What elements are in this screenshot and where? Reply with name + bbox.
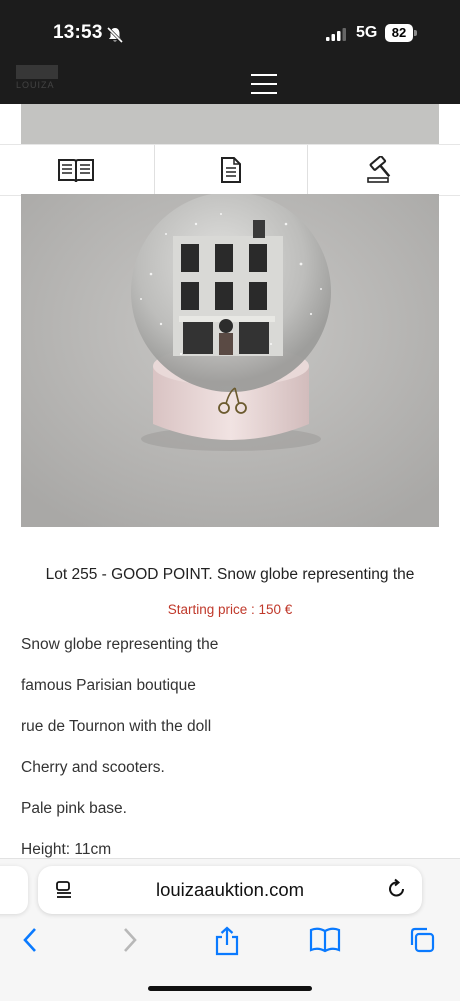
logo-text: LOUIZA — [16, 80, 55, 90]
signal-icon — [326, 28, 348, 46]
starting-price: Starting price : 150 € — [167, 602, 293, 617]
description-line: Pale pink base. — [21, 800, 127, 817]
photo-gallery-top — [21, 104, 439, 144]
document-icon — [221, 157, 241, 183]
status-bar: 13:53 5G 82 — [0, 0, 460, 68]
network-type: 5G — [356, 24, 378, 41]
url-text[interactable]: louizaauktion.com — [38, 879, 422, 901]
description-line: Cherry and scooters. — [21, 759, 165, 776]
snow-globe-image — [21, 194, 439, 527]
site-logo[interactable]: LOUIZA — [16, 65, 60, 95]
description-line: Height: 11cm — [21, 841, 112, 858]
logo-mark — [16, 65, 58, 79]
share-icon[interactable] — [214, 926, 240, 961]
forward-icon[interactable] — [120, 926, 140, 959]
tab-bidding[interactable] — [306, 145, 458, 195]
bookmarks-icon[interactable] — [309, 926, 341, 959]
tabs-icon[interactable] — [408, 926, 436, 959]
gavel-icon — [367, 156, 391, 183]
site-header: LOUIZA — [0, 65, 460, 104]
battery-level: 82 — [385, 24, 413, 42]
description-line: rue de Tournon with the doll — [21, 718, 212, 735]
menu-icon[interactable] — [251, 74, 277, 96]
lot-title: Lot 255 - GOOD POINT. Snow globe represe… — [45, 566, 415, 583]
home-indicator — [148, 986, 312, 991]
previous-tab-preview[interactable] — [0, 866, 28, 914]
tab-catalogue[interactable] — [0, 145, 152, 195]
description-line: famous Parisian boutique — [21, 677, 196, 694]
tab-description[interactable] — [154, 145, 308, 195]
reload-icon[interactable] — [386, 878, 408, 905]
description-line: Snow globe representing the — [21, 636, 219, 653]
lot-tab-strip — [0, 144, 460, 196]
back-icon[interactable] — [20, 926, 40, 959]
silent-mode-icon — [106, 26, 124, 49]
battery-icon — [414, 30, 417, 36]
status-time: 13:53 — [53, 22, 103, 43]
lot-photo[interactable] — [21, 194, 439, 527]
address-bar[interactable]: louizaauktion.com — [38, 866, 422, 914]
book-icon — [58, 159, 94, 183]
